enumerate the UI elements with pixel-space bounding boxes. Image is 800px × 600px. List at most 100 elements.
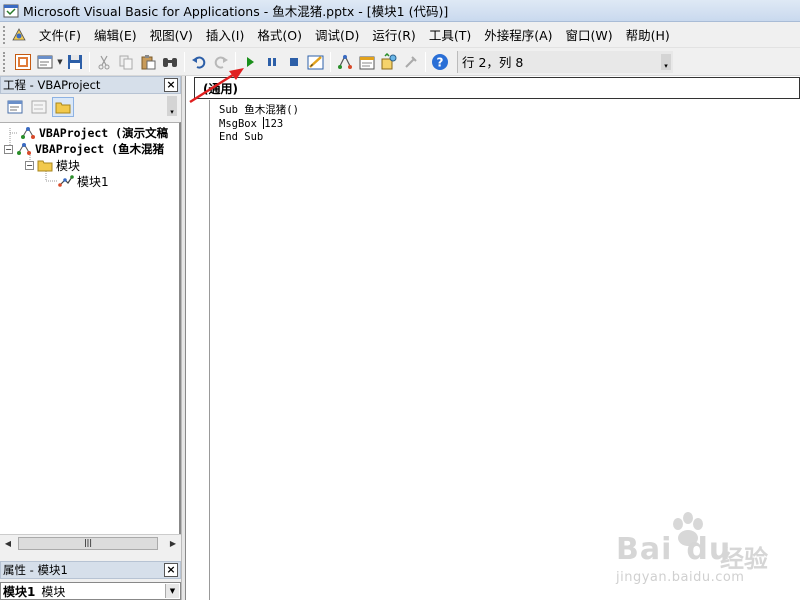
project-explorer-icon xyxy=(338,54,352,69)
cut-button[interactable] xyxy=(93,51,115,73)
find-button[interactable] xyxy=(159,51,181,73)
menu-view[interactable]: 视图(V) xyxy=(145,23,198,46)
tree-item-label: 模块1 xyxy=(77,174,109,189)
scroll-left-arrow[interactable]: ◀ xyxy=(0,539,16,548)
project-pane-header: 工程 - VBAProject × xyxy=(0,76,181,94)
menu-edit[interactable]: 编辑(E) xyxy=(89,23,142,46)
insert-module-icon xyxy=(37,55,53,68)
menubar-grip[interactable] xyxy=(3,25,8,44)
code-line: Sub 鱼木混猪() xyxy=(219,104,299,116)
copy-button[interactable] xyxy=(115,51,137,73)
paste-icon xyxy=(141,54,156,69)
object-browser-button[interactable] xyxy=(378,51,400,73)
code-margin[interactable] xyxy=(186,100,210,600)
menu-addins[interactable]: 外接程序(A) xyxy=(479,23,557,46)
toolbox-button[interactable] xyxy=(400,51,422,73)
project-tree: VBAProject (演示文稿 − VBAProject (鱼木混猪 − 模块 xyxy=(0,122,181,542)
redo-icon xyxy=(214,56,228,69)
watermark-brand: Bai du xyxy=(616,532,732,567)
collapse-icon[interactable]: − xyxy=(25,160,34,170)
baidu-jingyan-watermark: Bai du 经验 jingyan.baidu.com xyxy=(610,512,800,600)
toolbar-grip[interactable] xyxy=(3,51,8,72)
toolbar-separator xyxy=(89,51,90,72)
menu-run[interactable]: 运行(R) xyxy=(367,23,420,46)
find-icon xyxy=(163,57,177,67)
code-line: End Sub xyxy=(219,131,264,143)
close-icon[interactable]: × xyxy=(164,563,178,577)
tree-item-modules-folder[interactable]: − 模块 xyxy=(25,157,80,173)
object-select[interactable]: 模块1 模块 ▼ xyxy=(0,582,181,600)
module-icon xyxy=(58,175,74,187)
insert-dropdown-arrow[interactable]: ▼ xyxy=(56,51,64,73)
standard-toolbar: ▼ ? 行 2，列 8 ▾ xyxy=(0,48,800,76)
tree-item-module1[interactable]: 模块1 xyxy=(58,173,109,189)
scroll-right-arrow[interactable]: ▶ xyxy=(165,539,181,548)
menu-insert[interactable]: 插入(I) xyxy=(201,23,249,46)
menu-help[interactable]: 帮助(H) xyxy=(621,23,675,46)
properties-icon xyxy=(359,56,375,69)
scroll-thumb[interactable]: ||| xyxy=(18,536,158,550)
view-code-button[interactable] xyxy=(4,97,26,117)
view-object-icon xyxy=(31,100,47,114)
vbaproject-icon xyxy=(21,127,35,139)
menu-debug[interactable]: 调试(D) xyxy=(310,23,364,46)
project-explorer-pane: 工程 - VBAProject × ▾ VBAProject (演示文稿 − V… xyxy=(0,76,181,556)
menu-format[interactable]: 格式(O) xyxy=(252,23,307,46)
undo-button[interactable] xyxy=(188,51,210,73)
design-mode-button[interactable] xyxy=(305,51,327,73)
toggle-folders-button[interactable] xyxy=(52,97,74,117)
tree-horizontal-scrollbar[interactable]: ◀ ||| ▶ xyxy=(0,534,181,551)
properties-pane-header: 属性 - 模块1 × xyxy=(0,561,181,579)
properties-pane-title: 属性 - 模块1 xyxy=(3,563,68,577)
toolbar-separator xyxy=(330,51,331,72)
reset-icon xyxy=(290,57,298,66)
pane-toolbar-chevron[interactable]: ▾ xyxy=(167,96,177,116)
menu-bar: 文件(F) 编辑(E) 视图(V) 插入(I) 格式(O) 调试(D) 运行(R… xyxy=(0,22,800,48)
save-icon xyxy=(68,54,82,69)
object-name: 模块1 xyxy=(3,584,36,599)
folder-icon xyxy=(37,160,53,172)
redo-button[interactable] xyxy=(210,51,232,73)
menu-file[interactable]: 文件(F) xyxy=(34,23,86,46)
code-line-with-caret: MsgBox 123 xyxy=(219,117,299,131)
project-pane-title: 工程 - VBAProject xyxy=(3,78,101,92)
collapse-icon[interactable]: − xyxy=(4,144,13,154)
menu-window[interactable]: 窗口(W) xyxy=(561,23,618,46)
watermark-url: jingyan.baidu.com xyxy=(616,570,745,585)
object-selector-value: (通用) xyxy=(203,81,238,96)
menu-tools[interactable]: 工具(T) xyxy=(424,23,476,46)
properties-button[interactable] xyxy=(356,51,378,73)
cut-icon xyxy=(98,55,110,69)
copy-icon xyxy=(119,55,133,69)
toolbar-options-chevron[interactable]: ▾ xyxy=(661,53,671,70)
insert-module-button[interactable] xyxy=(34,51,56,73)
project-explorer-button[interactable] xyxy=(334,51,356,73)
tree-item-label: VBAProject (演示文稿 xyxy=(39,126,169,140)
run-button[interactable] xyxy=(239,51,261,73)
reset-button[interactable] xyxy=(283,51,305,73)
object-type: 模块 xyxy=(41,584,66,599)
code-editor[interactable]: Sub 鱼木混猪() MsgBox 123 End Sub xyxy=(219,104,299,144)
object-selector[interactable]: (通用) xyxy=(194,77,800,99)
toolbar-separator xyxy=(235,51,236,72)
cursor-position-text: 行 2，列 8 xyxy=(462,55,524,70)
close-icon[interactable]: × xyxy=(164,78,178,92)
help-button[interactable]: ? xyxy=(429,51,451,73)
help-icon: ? xyxy=(432,53,448,70)
chevron-down-icon[interactable]: ▼ xyxy=(165,584,179,598)
toolbar-separator xyxy=(425,51,426,72)
view-powerpoint-button[interactable] xyxy=(12,51,34,73)
scroll-track[interactable]: ||| xyxy=(16,536,165,551)
run-icon xyxy=(247,56,254,67)
paste-button[interactable] xyxy=(137,51,159,73)
vba-editor-icon xyxy=(3,4,19,17)
tree-item-label: 模块 xyxy=(56,158,81,173)
break-button[interactable] xyxy=(261,51,283,73)
object-browser-icon xyxy=(381,52,397,69)
save-button[interactable] xyxy=(64,51,86,73)
toolbox-icon xyxy=(405,55,417,68)
break-icon xyxy=(268,57,276,66)
view-object-button[interactable] xyxy=(28,97,50,117)
tree-item-project-1[interactable]: VBAProject (演示文稿 xyxy=(20,125,168,141)
tree-item-project-2[interactable]: − VBAProject (鱼木混猪 xyxy=(4,141,164,157)
